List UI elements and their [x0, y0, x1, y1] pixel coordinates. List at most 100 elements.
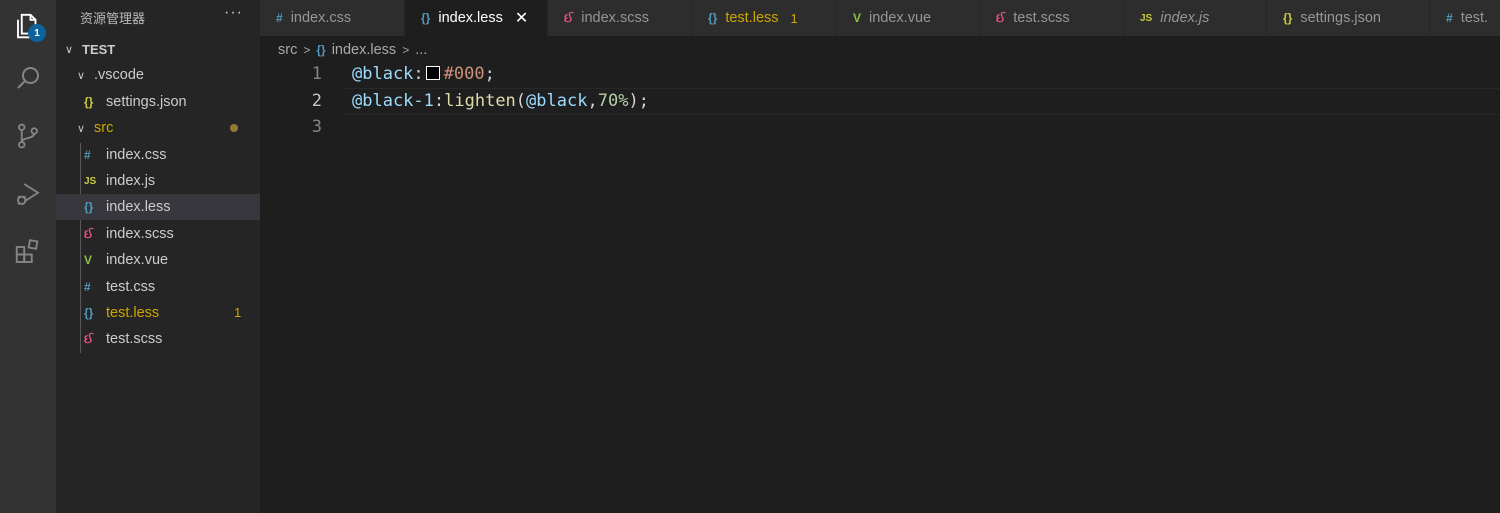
- less-file-icon: {}: [84, 306, 94, 320]
- search-icon: [17, 67, 39, 89]
- scss-file-icon: ઈ: [84, 226, 94, 241]
- folder-label: src: [94, 120, 114, 136]
- css-file-icon: #: [84, 280, 91, 294]
- tab-test-less[interactable]: {} test.less 1: [692, 0, 837, 36]
- js-file-icon: JS: [84, 175, 97, 187]
- tab-index-scss[interactable]: ઈ index.scss: [548, 0, 692, 36]
- file-label: test.css: [106, 279, 156, 295]
- tab-label: test.less: [725, 10, 779, 26]
- css-file-icon: #: [1446, 11, 1453, 25]
- tree-file-index-less[interactable]: {} index.less: [56, 194, 260, 220]
- breadcrumb-symbols[interactable]: ...: [415, 42, 427, 58]
- folder-label: .vscode: [94, 67, 144, 83]
- search-button[interactable]: [0, 52, 56, 104]
- tab-test-css[interactable]: # test.: [1430, 0, 1500, 36]
- more-actions-button[interactable]: ···: [224, 4, 243, 22]
- file-label: index.js: [106, 173, 156, 189]
- json-file-icon: {}: [84, 95, 94, 109]
- extensions-icon: [15, 239, 39, 263]
- source-control-button[interactable]: [0, 110, 56, 162]
- breadcrumb: src > {} index.less > ...: [278, 40, 427, 60]
- semicolon-token: ;: [638, 91, 649, 111]
- variable-token: @black-1: [352, 91, 434, 111]
- file-label: index.scss: [106, 226, 174, 242]
- extensions-button[interactable]: [0, 226, 56, 278]
- tab-label: index.vue: [869, 10, 932, 26]
- vue-file-icon: V: [853, 11, 862, 25]
- semicolon-token: ;: [484, 64, 495, 84]
- breadcrumb-folder[interactable]: src: [278, 42, 297, 58]
- explorer-button[interactable]: 1: [0, 0, 56, 52]
- line-number: 3: [311, 117, 322, 137]
- less-file-icon: {}: [316, 43, 326, 57]
- tree-file-test-scss[interactable]: ઈ test.scss: [56, 326, 260, 352]
- less-file-icon: {}: [421, 11, 431, 25]
- less-file-icon: {}: [708, 11, 718, 25]
- scss-file-icon: ઈ: [84, 331, 94, 346]
- problem-count: 1: [790, 10, 798, 26]
- css-file-icon: #: [276, 11, 283, 25]
- tree-file-index-css[interactable]: # index.css: [56, 142, 260, 168]
- colon-token: :: [433, 91, 445, 111]
- tab-label: index.scss: [581, 10, 649, 26]
- tab-test-scss[interactable]: ઈ test.scss: [980, 0, 1124, 36]
- code-line-1[interactable]: @black: #000;: [352, 61, 495, 88]
- code-line-2[interactable]: @black-1:lighten(@black,70%);: [352, 88, 649, 115]
- tab-index-vue[interactable]: V index.vue: [837, 0, 980, 36]
- vue-file-icon: V: [84, 253, 93, 267]
- tab-settings-json[interactable]: {} settings.json: [1267, 0, 1430, 36]
- variable-token: @black: [352, 64, 414, 84]
- breadcrumb-file[interactable]: index.less: [332, 42, 396, 58]
- tree-file-index-scss[interactable]: ઈ index.scss: [56, 221, 260, 247]
- color-value-token: #000: [443, 64, 485, 84]
- scss-file-icon: ઈ: [564, 10, 574, 25]
- tab-label: test.: [1460, 10, 1489, 26]
- chevron-right-icon: >: [303, 43, 311, 57]
- colon-token: :: [413, 64, 424, 84]
- chevron-down-icon: ∨: [76, 122, 86, 135]
- tree-folder-src[interactable]: ∨ src: [56, 115, 260, 141]
- chevron-down-icon: ∨: [76, 69, 86, 82]
- scss-file-icon: ઈ: [996, 10, 1006, 25]
- editor-tabs: # index.css {} index.less ✕ ઈ index.scss…: [260, 0, 1500, 36]
- less-file-icon: {}: [84, 200, 94, 214]
- tab-index-js[interactable]: JS index.js: [1124, 0, 1267, 36]
- file-label: test.scss: [106, 331, 163, 347]
- explorer-sidebar: 资源管理器 ··· ∨ TEST ∨ .vscode {} settings.j…: [56, 0, 260, 513]
- activity-bar: 1: [0, 0, 56, 513]
- tab-index-less[interactable]: {} index.less ✕: [405, 0, 548, 36]
- json-file-icon: {}: [1283, 11, 1293, 25]
- comma-token: ,: [587, 91, 598, 111]
- line-number: 2: [311, 91, 322, 111]
- tree-folder-vscode[interactable]: ∨ .vscode: [56, 62, 260, 88]
- function-token: lighten: [444, 91, 516, 111]
- css-file-icon: #: [84, 148, 91, 162]
- file-label: index.vue: [106, 252, 169, 268]
- tab-index-css[interactable]: # index.css: [260, 0, 405, 36]
- tree-root-test[interactable]: ∨ TEST: [56, 36, 260, 62]
- problem-count: 1: [234, 305, 242, 320]
- tree-file-test-css[interactable]: # test.css: [56, 274, 260, 300]
- file-label: settings.json: [106, 94, 187, 110]
- tree-file-test-less[interactable]: {} test.less 1: [56, 300, 260, 326]
- js-file-icon: JS: [1140, 12, 1153, 24]
- run-debug-icon: [17, 183, 40, 205]
- color-swatch[interactable]: [425, 66, 440, 80]
- run-debug-button[interactable]: [0, 168, 56, 220]
- tree-file-index-vue[interactable]: V index.vue: [56, 247, 260, 273]
- root-folder-label: TEST: [82, 41, 116, 57]
- tree-file-settings-json[interactable]: {} settings.json: [56, 89, 260, 115]
- line-number: 1: [311, 64, 322, 84]
- tab-label: settings.json: [1300, 10, 1381, 26]
- file-label: test.less: [106, 305, 160, 321]
- tab-label: index.css: [290, 10, 352, 26]
- argument-token: @black: [526, 91, 588, 111]
- number-token: 70%: [597, 91, 629, 111]
- close-icon[interactable]: ✕: [515, 8, 528, 28]
- chevron-right-icon: >: [402, 43, 410, 57]
- paren-token: ): [628, 91, 639, 111]
- sidebar-title: 资源管理器: [80, 11, 146, 26]
- tab-label: index.less: [438, 10, 503, 26]
- tab-label: index.js: [1160, 10, 1210, 26]
- tree-file-index-js[interactable]: JS index.js: [56, 168, 260, 194]
